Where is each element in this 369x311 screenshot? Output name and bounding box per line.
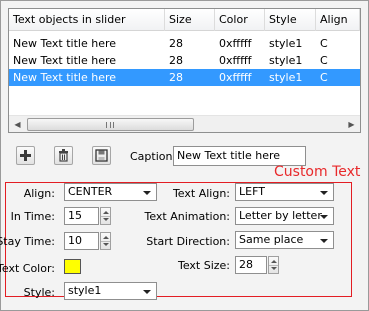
cell-size: 28 [169, 37, 183, 50]
style-label: Style: [23, 286, 55, 299]
arrow-up-icon [103, 211, 109, 214]
start-direction-select[interactable]: Same place [235, 231, 334, 249]
column-header-size[interactable]: Size [165, 9, 215, 31]
chevron-down-icon [320, 215, 328, 219]
caption-label: Caption: [130, 150, 177, 163]
cell-align: C [320, 54, 328, 67]
cell-color: 0xfffff [219, 54, 252, 67]
cell-align: C [320, 71, 328, 84]
scrollbar-thumb[interactable] [27, 118, 194, 131]
chevron-down-icon [143, 191, 151, 195]
text-align-label: Text Align: [172, 187, 230, 200]
delete-button[interactable] [54, 146, 73, 165]
text-size-stepper[interactable] [268, 256, 279, 274]
in-time-label: In Time: [10, 210, 55, 223]
start-direction-label: Start Direction: [146, 235, 230, 248]
text-align-select[interactable]: LEFT [235, 183, 334, 201]
column-header-style[interactable]: Style [265, 9, 316, 31]
cell-color: 0xfffff [219, 37, 252, 50]
arrow-up-icon [271, 260, 277, 263]
chevron-down-icon [320, 239, 328, 243]
table-header: Text objects in slider Size Color Style … [9, 9, 360, 31]
in-time-stepper[interactable] [100, 207, 111, 225]
text-objects-table: Text objects in slider Size Color Style … [8, 8, 361, 133]
custom-text-title: Custom Text [274, 164, 361, 180]
stay-time-input[interactable]: 10 [64, 232, 99, 250]
cell-text: New Text title here [13, 71, 117, 84]
table-row[interactable]: New Text title here 28 0xfffff style1 C [9, 52, 360, 69]
chevron-down-icon [143, 290, 151, 294]
style-select[interactable]: style1 [64, 282, 157, 300]
arrow-up-icon [103, 236, 109, 239]
cell-text: New Text title here [13, 37, 117, 50]
text-animation-label: Text Animation: [144, 210, 230, 223]
style-value: style1 [68, 284, 102, 297]
text-color-swatch[interactable] [64, 259, 81, 274]
arrow-down-icon [271, 267, 277, 270]
add-button[interactable] [16, 146, 35, 165]
text-size-input[interactable]: 28 [235, 256, 267, 274]
column-header-align[interactable]: Align [316, 9, 360, 31]
caption-input[interactable]: New Text title here [173, 146, 306, 166]
start-direction-value: Same place [239, 233, 304, 246]
horizontal-scrollbar[interactable]: ◀ ▶ [9, 115, 360, 132]
floppy-disk-icon [95, 149, 108, 162]
align-select[interactable]: CENTER [64, 183, 157, 201]
scroll-right-icon[interactable]: ▶ [343, 116, 360, 132]
arrow-down-icon [103, 243, 109, 246]
cell-align: C [320, 37, 328, 50]
scroll-left-icon[interactable]: ◀ [9, 116, 26, 132]
table-row-selected[interactable]: New Text title here 28 0xfffff style1 C [9, 69, 360, 86]
text-color-label: Text Color: [0, 262, 55, 275]
cell-style: style1 [269, 54, 303, 67]
align-value: CENTER [68, 185, 113, 198]
text-animation-value: Letter by letter [239, 209, 322, 222]
text-size-label: Text Size: [177, 259, 230, 272]
table-row[interactable]: New Text title here 28 0xfffff style1 C [9, 35, 360, 52]
cell-style: style1 [269, 37, 303, 50]
cell-text: New Text title here [13, 54, 117, 67]
grip-icon [106, 122, 114, 128]
in-time-input[interactable]: 15 [64, 207, 99, 225]
align-label: Align: [23, 187, 55, 200]
text-animation-select[interactable]: Letter by letter [235, 207, 334, 225]
cell-size: 28 [169, 71, 183, 84]
column-header-color[interactable]: Color [215, 9, 265, 31]
cell-color: 0xfffff [219, 71, 252, 84]
stay-time-label: Stay Time: [0, 235, 55, 248]
save-button[interactable] [92, 146, 111, 165]
stay-time-stepper[interactable] [100, 232, 111, 250]
plus-icon [20, 150, 31, 161]
column-header-text-objects[interactable]: Text objects in slider [9, 9, 165, 31]
cell-size: 28 [169, 54, 183, 67]
arrow-down-icon [103, 218, 109, 221]
custom-text-panel: Text objects in slider Size Color Style … [0, 0, 369, 311]
text-align-value: LEFT [239, 185, 265, 198]
chevron-down-icon [320, 191, 328, 195]
trash-icon [59, 149, 68, 162]
cell-style: style1 [269, 71, 303, 84]
